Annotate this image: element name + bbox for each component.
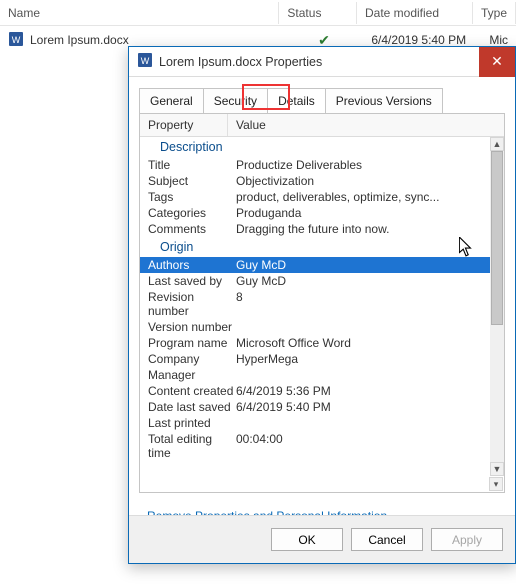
chevron-up-icon: ▲ — [493, 139, 502, 149]
grid-header: Property Value — [140, 114, 504, 137]
dialog-tabs: General Security Details Previous Versio… — [139, 87, 505, 113]
property-row[interactable]: Manager — [140, 367, 490, 383]
property-value[interactable]: 00:04:00 — [236, 432, 490, 460]
property-row[interactable]: TitleProductize Deliverables — [140, 157, 490, 173]
property-name: Revision number — [148, 290, 236, 318]
section-header-origin: Origin — [140, 237, 490, 257]
property-row[interactable]: Last printed — [140, 415, 490, 431]
word-doc-icon: W — [8, 31, 24, 50]
property-value[interactable]: Productize Deliverables — [236, 158, 490, 172]
scroll-thumb[interactable] — [491, 151, 503, 325]
property-value[interactable]: HyperMega — [236, 352, 490, 366]
property-name: Company — [148, 352, 236, 366]
section-header-description: Description — [140, 137, 490, 157]
tab-previous-versions[interactable]: Previous Versions — [326, 88, 443, 114]
property-row[interactable]: Total editing time00:04:00 — [140, 431, 490, 461]
property-row[interactable]: Tagsproduct, deliverables, optimize, syn… — [140, 189, 490, 205]
property-value[interactable]: Dragging the future into now. — [236, 222, 490, 236]
property-value[interactable]: Objectivization — [236, 174, 490, 188]
property-row[interactable]: Content created6/4/2019 5:36 PM — [140, 383, 490, 399]
property-row[interactable]: CommentsDragging the future into now. — [140, 221, 490, 237]
property-row[interactable]: Revision number8 — [140, 289, 490, 319]
property-name: Tags — [148, 190, 236, 204]
properties-dialog: W Lorem Ipsum.docx Properties ✕ General … — [128, 46, 516, 564]
close-button[interactable]: ✕ — [479, 47, 515, 77]
property-name: Last printed — [148, 416, 236, 430]
scroll-up-button[interactable]: ▲ — [490, 137, 504, 151]
word-doc-icon: W — [137, 52, 153, 71]
dialog-title: Lorem Ipsum.docx Properties — [159, 55, 479, 69]
property-name: Categories — [148, 206, 236, 220]
property-name: Version number — [148, 320, 236, 334]
property-name: Comments — [148, 222, 236, 236]
chevron-down-icon: ▼ — [493, 464, 502, 474]
column-header-name[interactable]: Name — [0, 2, 279, 24]
property-row[interactable]: CategoriesProduganda — [140, 205, 490, 221]
property-row[interactable]: SubjectObjectivization — [140, 173, 490, 189]
property-name: Subject — [148, 174, 236, 188]
property-value[interactable] — [236, 368, 490, 382]
cancel-button[interactable]: Cancel — [351, 528, 423, 551]
scroll-down-button[interactable]: ▼ — [490, 462, 504, 476]
property-value[interactable]: 8 — [236, 290, 490, 318]
property-value[interactable]: 6/4/2019 5:36 PM — [236, 384, 490, 398]
property-value[interactable]: Microsoft Office Word — [236, 336, 490, 350]
close-icon: ✕ — [491, 53, 503, 70]
column-header-type[interactable]: Type — [473, 2, 516, 24]
column-header-status[interactable]: Status — [279, 2, 357, 24]
property-row[interactable]: Last saved byGuy McD — [140, 273, 490, 289]
dialog-titlebar[interactable]: W Lorem Ipsum.docx Properties ✕ — [129, 47, 515, 77]
apply-button[interactable]: Apply — [431, 528, 503, 551]
property-value[interactable]: 6/4/2019 5:40 PM — [236, 400, 490, 414]
property-name: Program name — [148, 336, 236, 350]
tab-security[interactable]: Security — [204, 88, 268, 114]
details-sheet: Property Value Description TitleProducti… — [139, 113, 505, 493]
property-row[interactable]: CompanyHyperMega — [140, 351, 490, 367]
details-scroll-area[interactable]: Description TitleProductize Deliverables… — [140, 137, 490, 476]
tab-details[interactable]: Details — [268, 88, 326, 114]
property-name: Title — [148, 158, 236, 172]
chevron-down-icon: ▾ — [494, 479, 499, 490]
property-name: Manager — [148, 368, 236, 382]
property-name: Total editing time — [148, 432, 236, 460]
grid-header-property[interactable]: Property — [140, 114, 228, 136]
property-row[interactable]: AuthorsGuy McD — [140, 257, 490, 273]
tab-general[interactable]: General — [139, 88, 204, 114]
property-name: Last saved by — [148, 274, 236, 288]
column-header-date[interactable]: Date modified — [357, 2, 473, 24]
property-row[interactable]: Version number — [140, 319, 490, 335]
property-row[interactable]: Program nameMicrosoft Office Word — [140, 335, 490, 351]
property-row[interactable]: Date last saved6/4/2019 5:40 PM — [140, 399, 490, 415]
property-value[interactable]: Guy McD — [236, 274, 490, 288]
property-name: Content created — [148, 384, 236, 398]
svg-text:W: W — [12, 35, 21, 45]
property-name: Authors — [148, 258, 236, 272]
property-name: Date last saved — [148, 400, 236, 414]
property-value[interactable]: product, deliverables, optimize, sync... — [236, 190, 490, 204]
file-name: Lorem Ipsum.docx — [30, 33, 129, 47]
property-value[interactable]: Produganda — [236, 206, 490, 220]
grid-header-value[interactable]: Value — [228, 114, 504, 136]
property-value[interactable] — [236, 320, 490, 334]
scroll-corner-down-button[interactable]: ▾ — [489, 477, 503, 491]
dialog-button-bar: OK Cancel Apply — [129, 515, 515, 563]
explorer-column-header: Name Status Date modified Type — [0, 0, 516, 26]
ok-button[interactable]: OK — [271, 528, 343, 551]
scroll-track[interactable] — [490, 151, 504, 462]
svg-text:W: W — [141, 56, 150, 66]
property-value[interactable]: Guy McD — [236, 258, 490, 272]
property-value[interactable] — [236, 416, 490, 430]
vertical-scrollbar[interactable]: ▲ ▼ — [490, 137, 504, 476]
